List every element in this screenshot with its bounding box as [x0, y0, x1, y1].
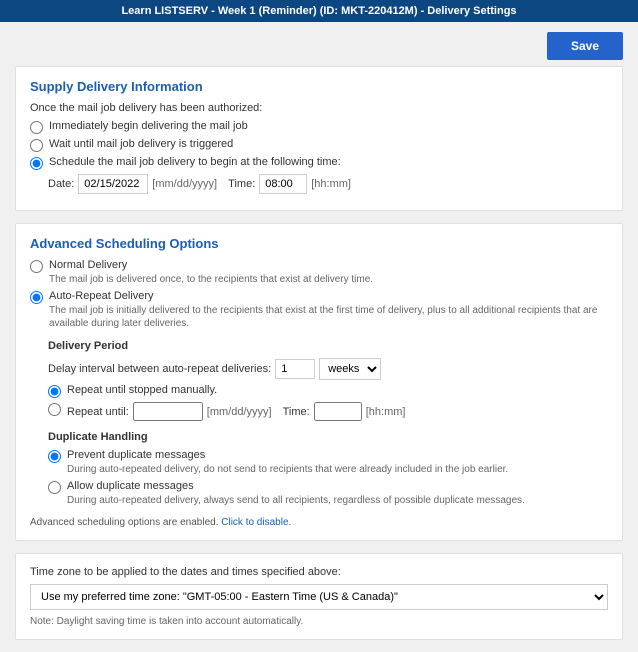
disable-link[interactable]: Click to disable. [221, 517, 291, 528]
supply-heading: Supply Delivery Information [30, 79, 608, 94]
label-allow-dup: Allow duplicate messages [67, 480, 194, 492]
date-input[interactable] [78, 174, 148, 194]
date-label: Date: [48, 178, 74, 190]
radio-allow-dup[interactable] [48, 481, 61, 494]
save-button[interactable]: Save [547, 32, 623, 60]
page-title: Learn LISTSERV - Week 1 (Reminder) (ID: … [121, 5, 516, 17]
advanced-panel: Advanced Scheduling Options Normal Deliv… [15, 223, 623, 541]
desc-prevent-dup: During auto-repeated delivery, do not se… [67, 463, 608, 476]
radio-prevent-dup[interactable] [48, 450, 61, 463]
dup-heading: Duplicate Handling [48, 431, 608, 443]
radio-wait[interactable] [30, 139, 43, 152]
tz-label: Time zone to be applied to the dates and… [30, 566, 608, 578]
radio-schedule[interactable] [30, 157, 43, 170]
label-auto: Auto-Repeat Delivery [49, 290, 154, 302]
timezone-panel: Time zone to be applied to the dates and… [15, 553, 623, 640]
time-input[interactable] [259, 174, 307, 194]
radio-normal[interactable] [30, 260, 43, 273]
delay-value-input[interactable] [275, 359, 315, 379]
repeat-time-input[interactable] [314, 402, 362, 421]
label-prevent-dup: Prevent duplicate messages [67, 449, 205, 461]
advanced-footer: Advanced scheduling options are enabled.… [30, 517, 608, 528]
label-schedule: Schedule the mail job delivery to begin … [49, 156, 341, 168]
radio-auto[interactable] [30, 291, 43, 304]
repeat-time-label: Time: [283, 406, 310, 418]
radio-repeat-until[interactable] [48, 403, 61, 416]
advanced-footer-text: Advanced scheduling options are enabled. [30, 517, 221, 528]
page-title-bar: Learn LISTSERV - Week 1 (Reminder) (ID: … [0, 0, 638, 22]
tz-select[interactable]: Use my preferred time zone: "GMT-05:00 -… [30, 584, 608, 610]
radio-repeat-stop[interactable] [48, 385, 61, 398]
top-actions: Save [0, 22, 638, 66]
repeat-date-hint: [mm/dd/yyyy] [207, 406, 272, 418]
supply-intro: Once the mail job delivery has been auth… [30, 102, 608, 114]
repeat-time-hint: [hh:mm] [366, 406, 406, 418]
label-immediate: Immediately begin delivering the mail jo… [49, 120, 248, 132]
label-repeat-until: Repeat until: [67, 406, 129, 418]
date-hint: [mm/dd/yyyy] [152, 178, 217, 190]
repeat-date-input[interactable] [133, 402, 203, 421]
delay-unit-select[interactable]: weeks [319, 358, 381, 380]
label-repeat-stop: Repeat until stopped manually. [67, 384, 217, 396]
desc-normal: The mail job is delivered once, to the r… [49, 273, 608, 286]
time-hint: [hh:mm] [311, 178, 351, 190]
time-label: Time: [228, 178, 255, 190]
radio-immediate[interactable] [30, 121, 43, 134]
label-normal: Normal Delivery [49, 259, 127, 271]
tz-note: Note: Daylight saving time is taken into… [30, 616, 608, 627]
desc-auto: The mail job is initially delivered to t… [49, 304, 608, 330]
label-wait: Wait until mail job delivery is triggere… [49, 138, 233, 150]
delay-label: Delay interval between auto-repeat deliv… [48, 363, 271, 375]
supply-panel: Supply Delivery Information Once the mai… [15, 66, 623, 211]
period-heading: Delivery Period [48, 340, 608, 352]
desc-allow-dup: During auto-repeated delivery, always se… [67, 494, 608, 507]
advanced-heading: Advanced Scheduling Options [30, 236, 608, 251]
